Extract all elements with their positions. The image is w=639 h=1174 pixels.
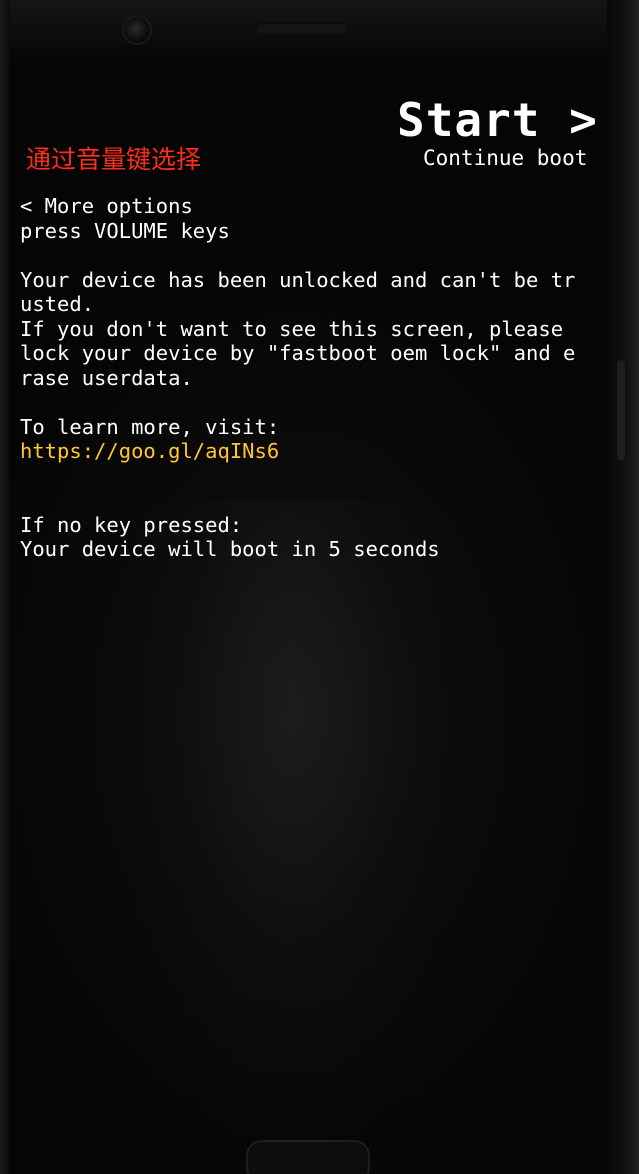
front-camera xyxy=(124,17,150,43)
boot-countdown-message: Your device will boot in 5 seconds xyxy=(20,537,440,561)
phone-left-edge xyxy=(0,0,10,1174)
start-option[interactable]: Start > xyxy=(397,92,598,148)
bootloader-message: < More options press VOLUME keys Your de… xyxy=(20,194,595,562)
learn-more-label: To learn more, visit: xyxy=(20,414,280,439)
volume-select-hint: 通过音量键选择 xyxy=(26,145,202,174)
more-options-item[interactable]: < More options xyxy=(20,194,595,219)
warning-line-1: Your device has been unlocked and can't … xyxy=(20,267,576,292)
phone-right-edge xyxy=(607,0,639,1174)
warning-line-4: lock your device by "fastboot oem lock" … xyxy=(20,341,576,365)
no-key-pressed-label: If no key pressed: xyxy=(20,512,243,537)
warning-line-5: rase userdata. xyxy=(20,365,193,390)
continue-boot-label: Continue boot xyxy=(423,146,588,170)
home-button[interactable] xyxy=(246,1140,370,1174)
screen-reflection xyxy=(140,500,440,1140)
phone-screen: Start > Continue boot 通过音量键选择 < More opt… xyxy=(0,0,639,1174)
earpiece-speaker xyxy=(256,22,348,34)
side-power-button[interactable] xyxy=(617,360,625,460)
warning-line-3: If you don't want to see this screen, pl… xyxy=(20,316,564,341)
press-volume-text: press VOLUME keys xyxy=(20,218,230,243)
learn-more-link[interactable]: https://goo.gl/aqINs6 xyxy=(20,439,595,464)
warning-line-2: usted. xyxy=(20,292,95,316)
